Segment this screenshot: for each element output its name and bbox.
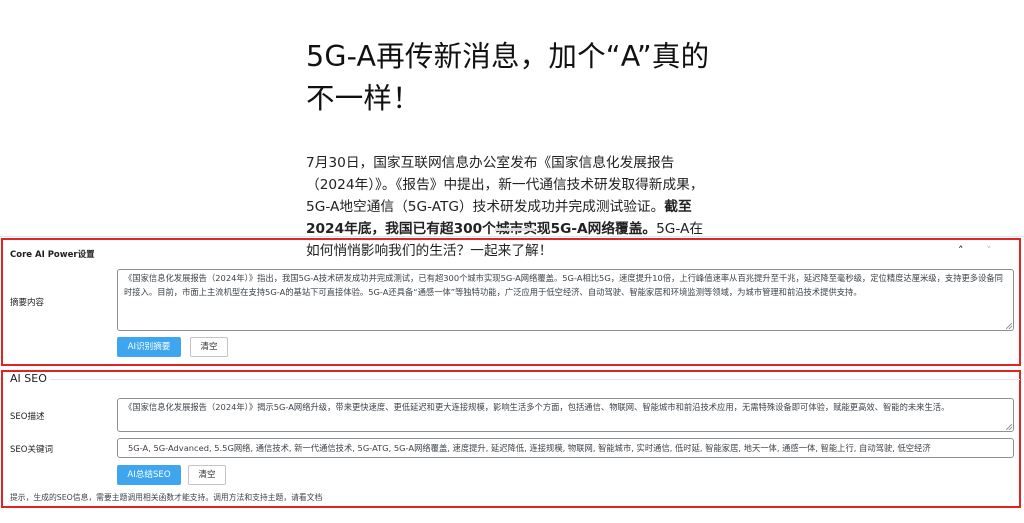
seo-keywords-label: SEO关键词 xyxy=(10,445,53,455)
ai-summarize-seo-button[interactable]: AI总结SEO xyxy=(117,465,181,485)
seo-description-label: SEO描述 xyxy=(10,412,45,422)
ai-seo-section-line xyxy=(50,379,1020,380)
seo-description-textarea[interactable]: 《国家信息化发展报告（2024年）》揭示5G-A网络升级，带来更快速度、更低延迟… xyxy=(117,398,1014,432)
clear-seo-button[interactable]: 清空 xyxy=(188,465,226,485)
summary-label: 摘要内容 xyxy=(10,298,45,308)
ai-seo-section-title: AI SEO xyxy=(10,372,47,385)
seo-keywords-input[interactable]: 5G-A, 5G-Advanced, 5.5G网络, 通信技术, 新一代通信技术… xyxy=(117,438,1014,458)
summary-textarea[interactable]: 《国家信息化发展报告（2024年）》指出，我国5G-A技术研发成功并完成测试，已… xyxy=(117,269,1014,331)
article-title: 5G-A再传新消息，加个“A”真的不一样！ xyxy=(306,40,710,115)
core-ai-panel-title: Core AI Power设置 xyxy=(10,250,95,260)
clear-summary-button[interactable]: 清空 xyxy=(190,337,228,357)
seo-hint-text: 提示，生成的SEO信息，需要主题调用相关函数才能支持。调用方法和支持主题，请看文… xyxy=(10,493,323,502)
article-intro-text: 7月30日，国家互联网信息办公室发布《国家信息化发展报告（2024年）》。《报告… xyxy=(306,155,704,215)
summary-text: 《国家信息化发展报告（2024年）》指出，我国5G-A技术研发成功并完成测试，已… xyxy=(124,273,1003,297)
seo-description-text: 《国家信息化发展报告（2024年）》揭示5G-A网络升级，带来更快速度、更低延迟… xyxy=(124,402,950,412)
panel-divider xyxy=(0,236,1024,237)
chevron-down-icon[interactable]: ˅ xyxy=(986,244,992,258)
panel-resize-handle[interactable] xyxy=(495,228,535,231)
chevron-up-icon[interactable]: ˄ xyxy=(958,244,964,258)
ai-identify-summary-button[interactable]: AI识别摘要 xyxy=(117,337,181,357)
resize-grip-icon[interactable] xyxy=(1006,424,1012,430)
resize-grip-icon[interactable] xyxy=(1006,323,1012,329)
